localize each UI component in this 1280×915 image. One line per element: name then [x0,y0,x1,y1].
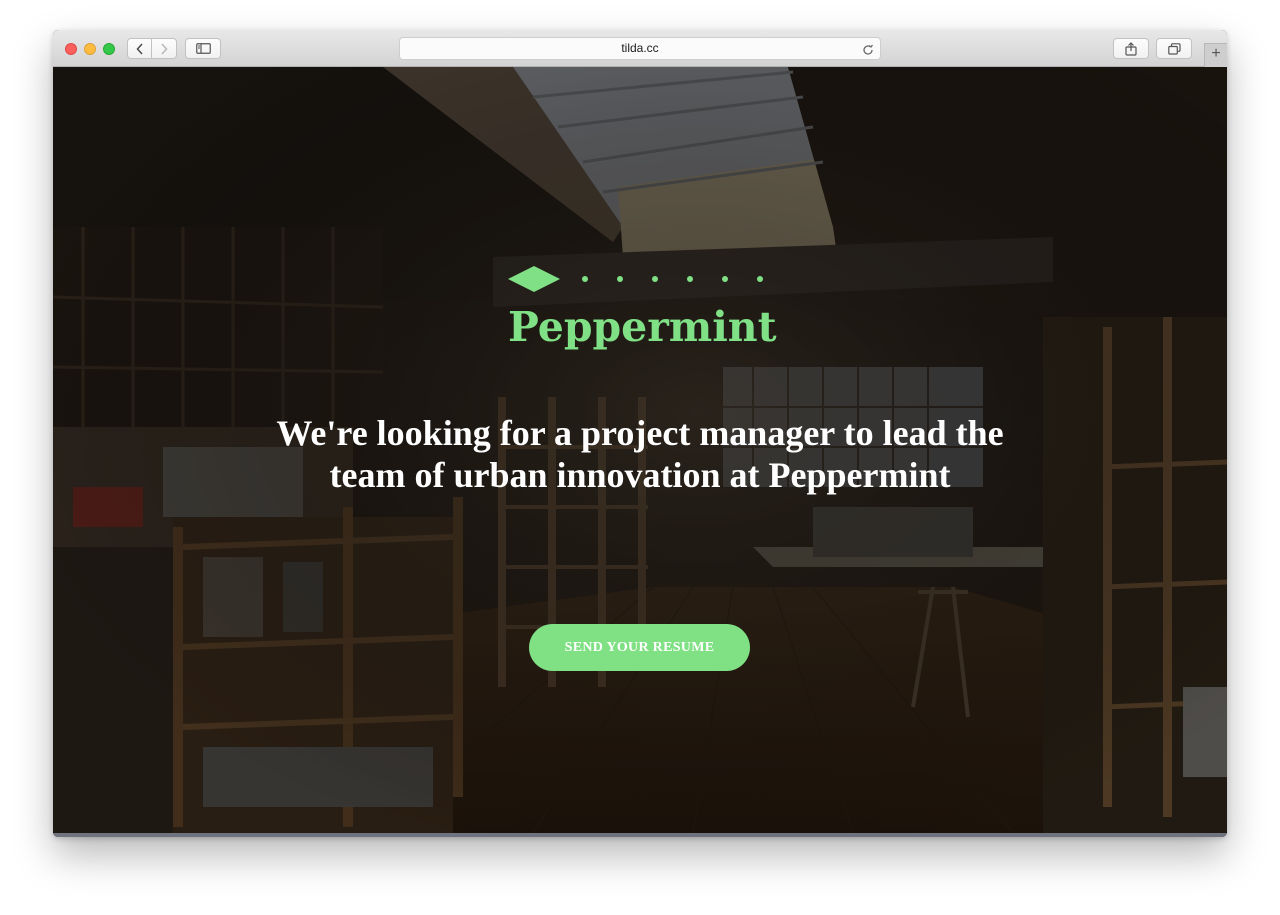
tabs-overview-button[interactable] [1156,38,1192,59]
reload-icon[interactable] [862,38,874,59]
brand-name: Peppermint [508,303,777,351]
tabs-overview-icon [1167,42,1181,55]
minimize-window-button[interactable] [84,43,96,55]
browser-toolbar: tilda.cc + [53,30,1227,67]
forward-button[interactable] [151,38,177,59]
diamond-dots-logo-icon [508,266,763,292]
plus-icon: + [1211,45,1221,62]
new-tab-button[interactable]: + [1204,43,1227,67]
back-button[interactable] [127,38,152,59]
share-button[interactable] [1113,38,1149,59]
chevron-right-icon [161,42,168,55]
close-window-button[interactable] [65,43,77,55]
send-resume-button[interactable]: SEND YOUR RESUME [529,624,750,671]
sidebar-toggle-button[interactable] [185,38,221,59]
page-bottom-edge [53,833,1227,837]
browser-window: tilda.cc + Peppermint We're looking for … [53,30,1227,837]
chevron-left-icon [135,42,143,55]
maximize-window-button[interactable] [103,43,115,55]
hero-headline: We're looking for a project manager to l… [276,413,1004,495]
hero-section: Peppermint We're looking for a project m… [53,67,1227,833]
share-icon [1125,41,1137,56]
address-bar[interactable]: tilda.cc [399,37,881,60]
url-text: tilda.cc [621,41,659,55]
sidebar-icon [195,43,211,54]
